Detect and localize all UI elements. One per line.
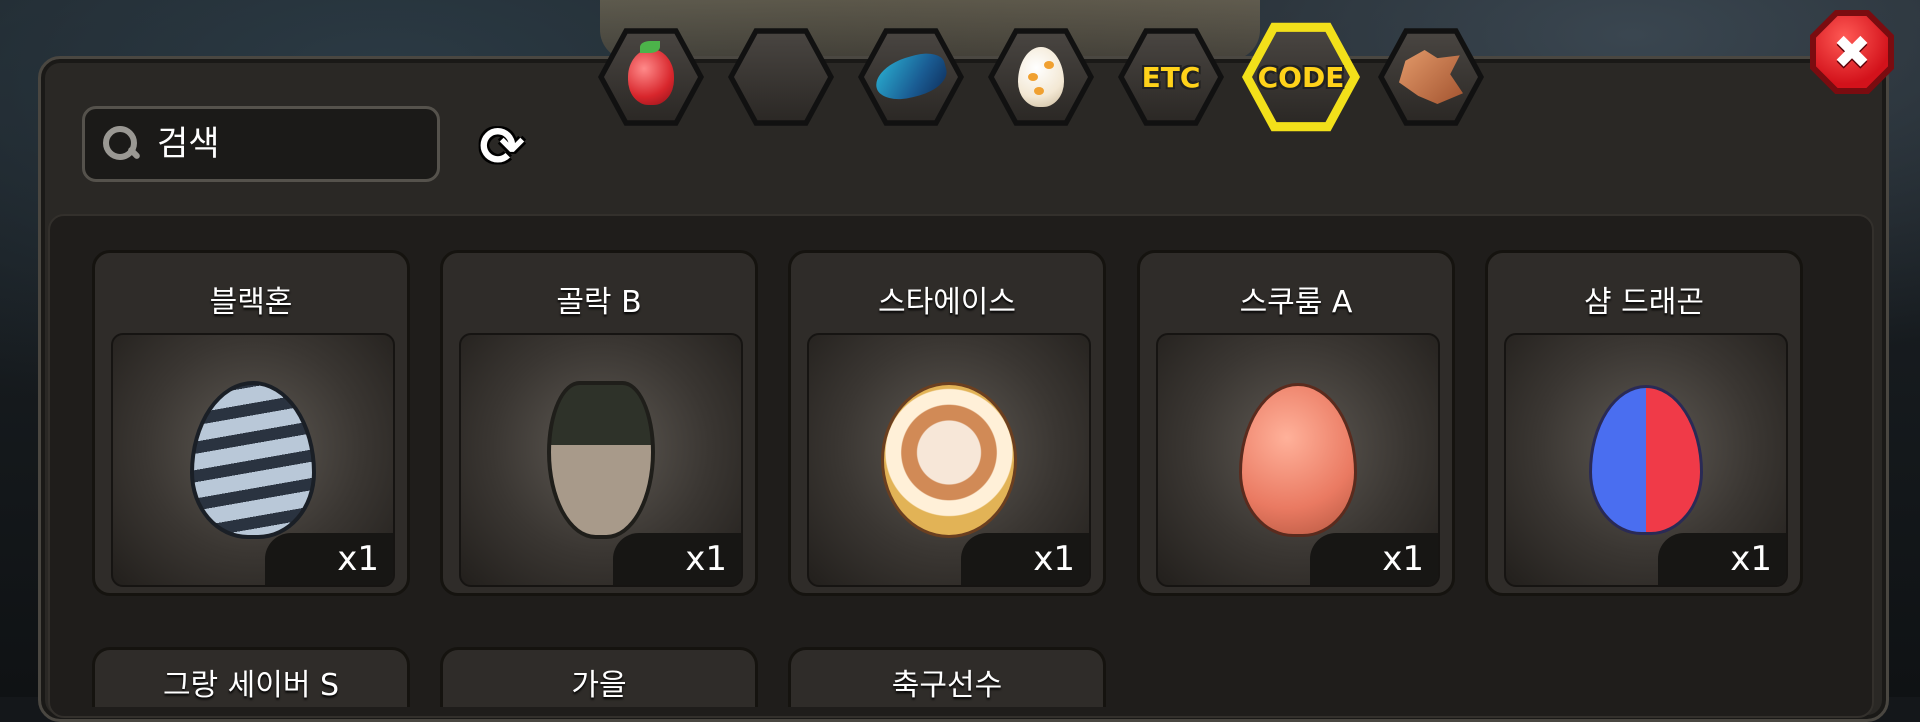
- refresh-button[interactable]: ⟳: [470, 114, 534, 178]
- apple-icon: [628, 41, 674, 105]
- item-card[interactable]: 가을: [440, 647, 758, 707]
- star-ace-egg-icon: [881, 382, 1017, 538]
- search-input[interactable]: [155, 123, 419, 165]
- item-slot: x1: [111, 333, 395, 587]
- item-name: 축구선수: [891, 668, 1003, 703]
- golak-egg-icon: [547, 381, 655, 539]
- tab-code-label: CODE: [1257, 60, 1345, 94]
- item-quantity: x1: [1310, 533, 1438, 585]
- black-horn-egg-icon: [190, 381, 316, 539]
- item-slot: x1: [459, 333, 743, 587]
- item-name: 샴 드래곤: [1584, 285, 1704, 320]
- item-name: 스타에이스: [878, 285, 1016, 320]
- close-icon: ✖: [1832, 25, 1872, 79]
- item-card[interactable]: 스쿠룸 A x1: [1137, 250, 1455, 596]
- item-card[interactable]: 골락 B x1: [440, 250, 758, 596]
- search-box[interactable]: [82, 106, 440, 182]
- refresh-icon: ⟳: [479, 114, 525, 178]
- item-name: 블랙혼: [209, 285, 293, 320]
- skurum-egg-icon: [1239, 383, 1357, 537]
- item-card[interactable]: 그랑 세이버 S: [92, 647, 410, 707]
- item-name: 그랑 세이버 S: [162, 668, 340, 703]
- item-quantity: x1: [265, 533, 393, 585]
- item-card[interactable]: 샴 드래곤 x1: [1485, 250, 1803, 596]
- tab-dragon[interactable]: [1372, 18, 1490, 136]
- item-quantity: x1: [613, 533, 741, 585]
- item-slot: x1: [1504, 333, 1788, 587]
- egg-icon: [1018, 47, 1064, 107]
- item-quantity: x1: [1658, 533, 1786, 585]
- tab-fruit[interactable]: [592, 18, 710, 136]
- item-name: 가을: [571, 668, 627, 703]
- tab-feather[interactable]: [852, 18, 970, 136]
- tab-egg[interactable]: [982, 18, 1100, 136]
- tab-etc-label: ETC: [1141, 60, 1201, 94]
- siam-dragon-egg-icon: [1589, 385, 1703, 535]
- search-icon: [101, 124, 141, 164]
- tab-gold[interactable]: [722, 18, 840, 136]
- item-slot: x1: [807, 333, 1091, 587]
- item-name: 골락 B: [556, 285, 642, 320]
- item-quantity: x1: [961, 533, 1089, 585]
- tab-code[interactable]: CODE: [1242, 18, 1360, 136]
- item-card[interactable]: 축구선수: [788, 647, 1106, 707]
- item-card[interactable]: 블랙혼 x1: [92, 250, 410, 596]
- category-tabs: ETC CODE: [592, 18, 1490, 138]
- item-card[interactable]: 스타에이스 x1: [788, 250, 1106, 596]
- item-slot: x1: [1156, 333, 1440, 587]
- item-name: 스쿠룸 A: [1239, 285, 1353, 320]
- close-button[interactable]: ✖: [1810, 10, 1894, 94]
- tab-etc[interactable]: ETC: [1112, 18, 1230, 136]
